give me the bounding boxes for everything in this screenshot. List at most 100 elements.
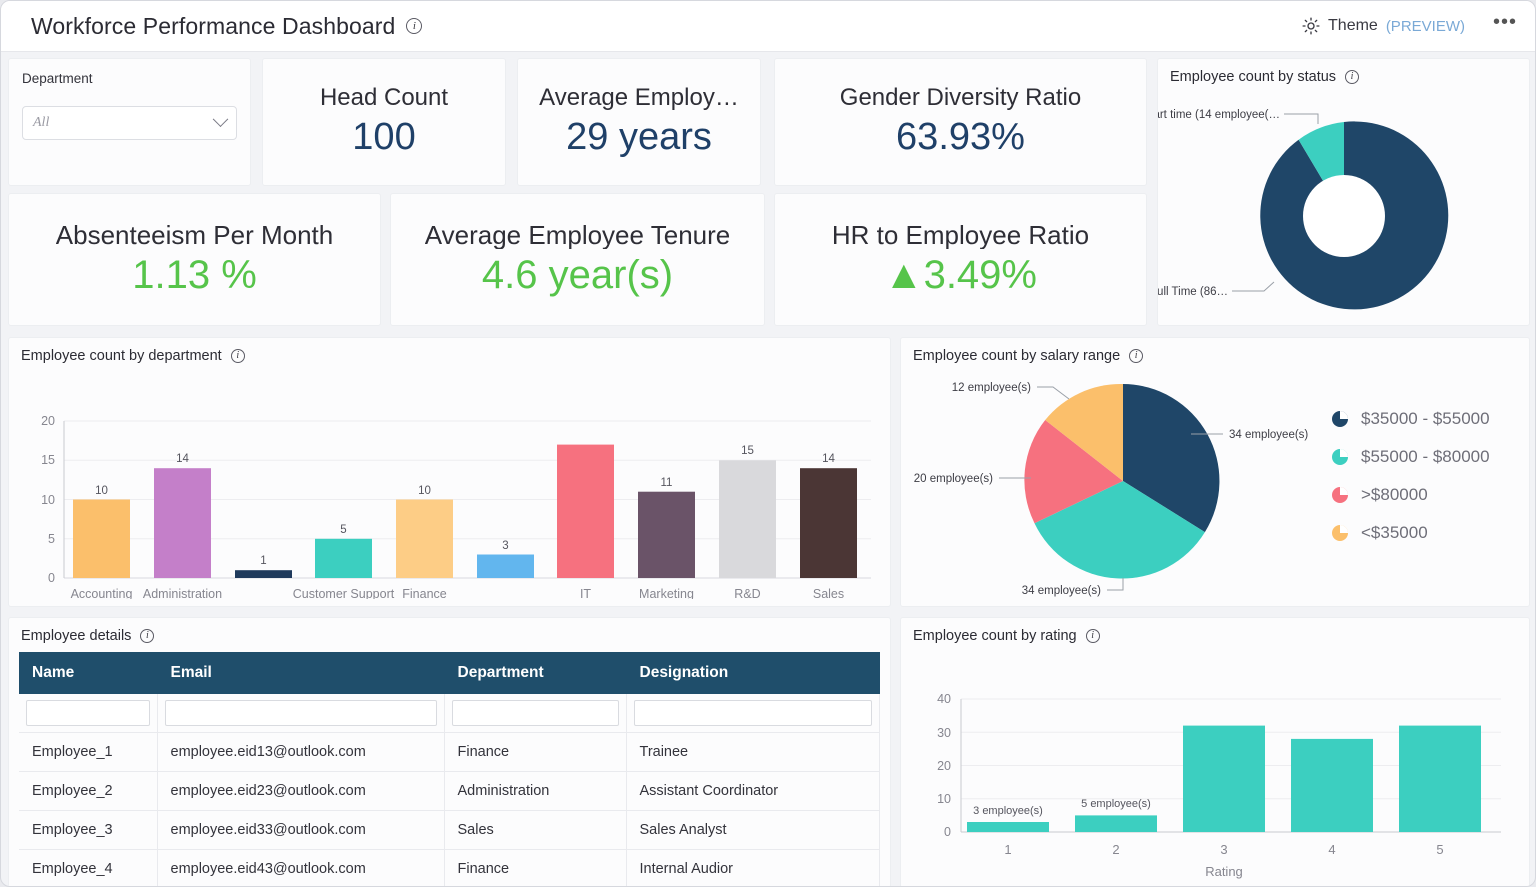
cell-department: Finance (444, 733, 626, 772)
column-header-department[interactable]: Department (444, 652, 626, 694)
pie-chart-salary-range: 34 employee(s) 34 employee(s) 20 employe… (901, 364, 1331, 599)
bar-rating-4[interactable] (1291, 739, 1373, 832)
x-tick-label: Customer Support (293, 587, 395, 599)
legend-item[interactable]: $35000 - $55000 (1331, 400, 1490, 438)
kpi-label: HR to Employee Ratio (832, 221, 1089, 250)
panel-title-text: Employee count by department (21, 348, 222, 364)
panel-title-text: Employee count by status (1170, 69, 1336, 85)
bar-rating-2[interactable] (1075, 815, 1157, 832)
table-row[interactable]: Employee_4 employee.eid43@outlook.com Fi… (19, 850, 880, 887)
sun-icon[interactable] (1302, 17, 1320, 35)
x-tick-label: 3 (1220, 842, 1227, 857)
bar-chart-department: 0 5 10 15 20 10 14 1 5 10 3 11 15 14 (9, 364, 892, 599)
bar-rating-1[interactable] (967, 822, 1049, 832)
table-row[interactable]: Employee_3 employee.eid33@outlook.com Sa… (19, 811, 880, 850)
department-filter-card: Department All (8, 58, 251, 186)
kpi-value: 4.6 year(s) (482, 253, 673, 298)
leader-line (1107, 578, 1123, 590)
y-tick-5: 5 (48, 532, 55, 546)
bar-unlabeled-3[interactable] (235, 570, 292, 578)
filter-input-designation[interactable] (634, 700, 873, 726)
y-tick-15: 15 (41, 453, 55, 467)
x-tick-label: Sales (813, 587, 844, 599)
kpi-label: Average Employee Tenure (425, 221, 730, 250)
column-header-designation[interactable]: Designation (626, 652, 880, 694)
cell-designation: Sales Analyst (626, 811, 880, 850)
info-icon[interactable]: i (231, 349, 245, 363)
info-icon[interactable]: i (406, 18, 422, 34)
cell-email: employee.eid33@outlook.com (157, 811, 444, 850)
cell-email: employee.eid13@outlook.com (157, 733, 444, 772)
legend-item[interactable]: <$35000 (1331, 514, 1490, 552)
bar-sales[interactable] (800, 468, 857, 578)
x-tick-label: Marketing (639, 587, 694, 599)
info-icon[interactable]: i (140, 629, 154, 643)
bar-chart-rating: 0 10 20 30 40 3 employee(s) 5 employee(s… (901, 644, 1531, 879)
department-select[interactable]: All (22, 106, 237, 140)
y-tick-0: 0 (944, 825, 951, 839)
y-tick-20: 20 (937, 759, 951, 773)
panel-title: Employee count by department i (9, 338, 890, 364)
y-tick-20: 20 (41, 414, 55, 428)
kpi-value: 100 (352, 116, 415, 159)
donut-chart-status: Part time (14 employee(… Full Time (86… (1158, 85, 1531, 315)
y-tick-10: 10 (41, 493, 55, 507)
bar-finance[interactable] (396, 500, 453, 579)
bar-unlabeled-6[interactable] (477, 555, 534, 579)
x-tick-label: 1 (1004, 842, 1011, 857)
kpi-label: Gender Diversity Ratio (840, 85, 1081, 111)
bar-it[interactable] (557, 445, 614, 578)
table-row[interactable]: Employee_2 employee.eid23@outlook.com Ad… (19, 772, 880, 811)
cell-department: Administration (444, 772, 626, 811)
panel-title-text: Employee details (21, 628, 131, 644)
bar-value-label: 3 (502, 540, 508, 552)
info-icon[interactable]: i (1345, 70, 1359, 84)
legend-item[interactable]: $55000 - $80000 (1331, 438, 1490, 476)
panel-title: Employee count by rating i (901, 618, 1529, 644)
cell-department: Finance (444, 850, 626, 887)
page-title: Workforce Performance Dashboard (31, 13, 395, 40)
more-options-button[interactable]: ••• (1493, 17, 1517, 35)
bar-customer-support[interactable] (315, 539, 372, 578)
dashboard-header: Workforce Performance Dashboard i Theme … (1, 1, 1535, 52)
y-tick-0: 0 (48, 571, 55, 585)
pie-value-label-3: 20 employee(s) (914, 473, 993, 485)
bar-administration[interactable] (154, 468, 211, 578)
pie-swatch-icon (1331, 448, 1349, 466)
panel-title-text: Employee count by salary range (913, 348, 1120, 364)
bar-value-label: 5 employee(s) (1081, 798, 1151, 810)
filter-input-name[interactable] (26, 700, 150, 726)
filter-input-department[interactable] (452, 700, 619, 726)
column-header-email[interactable]: Email (157, 652, 444, 694)
column-header-name[interactable]: Name (19, 652, 157, 694)
cell-email: employee.eid43@outlook.com (157, 850, 444, 887)
bar-value-label: 11 (661, 477, 673, 489)
donut-hole (1303, 175, 1385, 257)
bar-accounting[interactable] (73, 500, 130, 579)
info-icon[interactable]: i (1129, 349, 1143, 363)
employee-table: Name Email Department Designation Empl (19, 652, 880, 887)
legend-item[interactable]: >$80000 (1331, 476, 1490, 514)
cell-designation: Assistant Coordinator (626, 772, 880, 811)
cell-name: Employee_3 (19, 811, 157, 850)
x-axis-title: Rating (1205, 864, 1243, 879)
info-icon[interactable]: i (1086, 629, 1100, 643)
pie-swatch-icon (1331, 486, 1349, 504)
bar-marketing[interactable] (638, 492, 695, 578)
bar-value-label: 15 (741, 445, 754, 457)
bar-rating-5[interactable] (1399, 726, 1481, 832)
bar-rating-3[interactable] (1183, 726, 1265, 832)
table-header-row: Name Email Department Designation (19, 652, 880, 694)
theme-label[interactable]: Theme (1328, 17, 1378, 35)
employee-table-scroll[interactable]: Name Email Department Designation Empl (19, 652, 880, 887)
cell-name: Employee_1 (19, 733, 157, 772)
bar-rd[interactable] (719, 460, 776, 578)
panel-employee-details: Employee details i Name Email Department… (8, 617, 891, 887)
filter-input-email[interactable] (165, 700, 437, 726)
filter-label: Department (9, 59, 250, 86)
panel-title: Employee count by salary range i (901, 338, 1529, 364)
table-row[interactable]: Employee_1 employee.eid13@outlook.com Fi… (19, 733, 880, 772)
pie-swatch-icon (1331, 524, 1349, 542)
kpi-hr-to-employee-ratio: HR to Employee Ratio ▲3.49% (774, 193, 1147, 326)
cell-department: Sales (444, 811, 626, 850)
